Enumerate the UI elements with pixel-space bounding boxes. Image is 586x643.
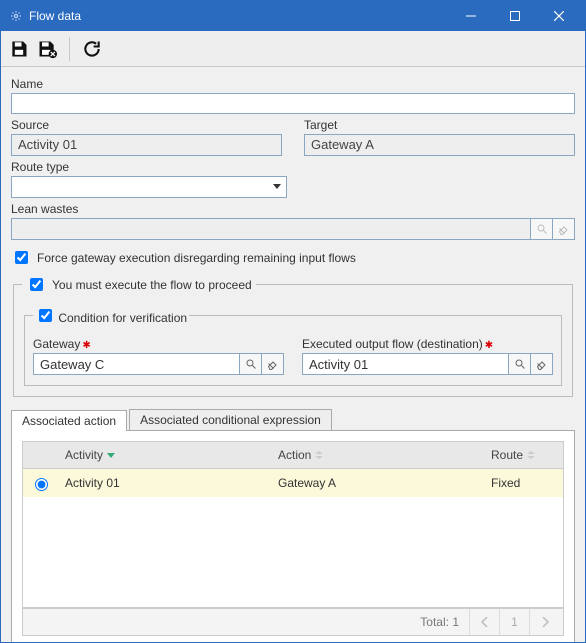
pager-next-button[interactable]: [529, 609, 559, 635]
table-row[interactable]: Activity 01 Gateway A Fixed: [23, 469, 563, 497]
force-gateway-label: Force gateway execution disregarding rem…: [37, 251, 356, 265]
save-exit-button[interactable]: [35, 37, 59, 61]
force-gateway-checkbox[interactable]: [15, 251, 28, 264]
save-button[interactable]: [7, 37, 31, 61]
eraser-icon: [267, 358, 279, 370]
table-header: Activity Action Route: [23, 442, 563, 469]
lean-wastes-field: [11, 218, 531, 240]
tab-associated-cond-expr[interactable]: Associated conditional expression: [129, 409, 332, 430]
sort-none-icon: [527, 451, 535, 459]
exec-output-input[interactable]: [302, 353, 509, 375]
exec-output-label: Executed output flow (destination)✱: [302, 337, 553, 351]
row-select-radio[interactable]: [35, 478, 48, 491]
search-icon: [245, 358, 257, 370]
exec-output-search-button[interactable]: [509, 353, 531, 375]
pager-total: Total: 1: [420, 615, 459, 629]
column-action[interactable]: Action: [270, 442, 483, 468]
titlebar: Flow data: [1, 1, 585, 31]
flow-data-window: Flow data Name: [0, 0, 586, 643]
sort-desc-icon: [107, 451, 115, 459]
toolbar: [1, 31, 585, 67]
maximize-button[interactable]: [493, 1, 537, 31]
table-pager: Total: 1 1: [22, 608, 564, 636]
source-field: Activity 01: [11, 134, 282, 156]
cell-action: Gateway A: [270, 469, 483, 497]
route-type-label: Route type: [11, 160, 575, 174]
condition-label: Condition for verification: [58, 311, 187, 325]
gateway-search-button[interactable]: [240, 353, 262, 375]
eraser-icon: [536, 358, 548, 370]
associated-action-table: Activity Action Route: [22, 441, 564, 608]
window-title: Flow data: [29, 9, 449, 23]
condition-checkbox[interactable]: [39, 309, 52, 322]
lean-wastes-label: Lean wastes: [11, 202, 575, 216]
refresh-button[interactable]: [80, 37, 104, 61]
sort-none-icon: [315, 451, 323, 459]
condition-group: Condition for verification Gateway✱: [24, 306, 562, 386]
cell-activity: Activity 01: [57, 469, 270, 497]
tab-associated-action[interactable]: Associated action: [11, 410, 127, 431]
gateway-input[interactable]: [33, 353, 240, 375]
gateway-label: Gateway✱: [33, 337, 284, 351]
window-icon: [9, 9, 23, 23]
tabs: Associated action Associated conditional…: [11, 409, 575, 642]
name-label: Name: [11, 77, 575, 91]
table-empty-area: [23, 497, 563, 607]
chevron-right-icon: [541, 617, 549, 627]
must-execute-checkbox[interactable]: [30, 278, 43, 291]
column-select: [23, 442, 57, 468]
search-icon: [536, 223, 548, 235]
target-label: Target: [304, 118, 575, 132]
pager-page-current[interactable]: 1: [499, 609, 529, 635]
column-route[interactable]: Route: [483, 442, 563, 468]
must-execute-group: You must execute the flow to proceed Con…: [13, 275, 573, 397]
form-content: Name Source Activity 01 Target Gateway A…: [1, 67, 585, 642]
required-icon: ✱: [82, 340, 90, 351]
window-controls: [449, 1, 581, 31]
source-label: Source: [11, 118, 282, 132]
name-input[interactable]: [11, 93, 575, 114]
cell-route: Fixed: [483, 469, 563, 497]
must-execute-label: You must execute the flow to proceed: [52, 278, 252, 292]
gateway-clear-button[interactable]: [262, 353, 284, 375]
required-icon: ✱: [485, 340, 493, 351]
exec-output-clear-button[interactable]: [531, 353, 553, 375]
eraser-icon: [558, 223, 570, 235]
search-icon: [514, 358, 526, 370]
lean-wastes-clear-button[interactable]: [553, 218, 575, 240]
column-activity[interactable]: Activity: [57, 442, 270, 468]
chevron-left-icon: [481, 617, 489, 627]
minimize-button[interactable]: [449, 1, 493, 31]
pager-prev-button[interactable]: [469, 609, 499, 635]
target-field: Gateway A: [304, 134, 575, 156]
toolbar-separator: [69, 37, 70, 61]
tab-body-associated-action: Activity Action Route: [11, 430, 575, 642]
lean-wastes-search-button[interactable]: [531, 218, 553, 240]
close-button[interactable]: [537, 1, 581, 31]
route-type-select[interactable]: [11, 176, 287, 198]
